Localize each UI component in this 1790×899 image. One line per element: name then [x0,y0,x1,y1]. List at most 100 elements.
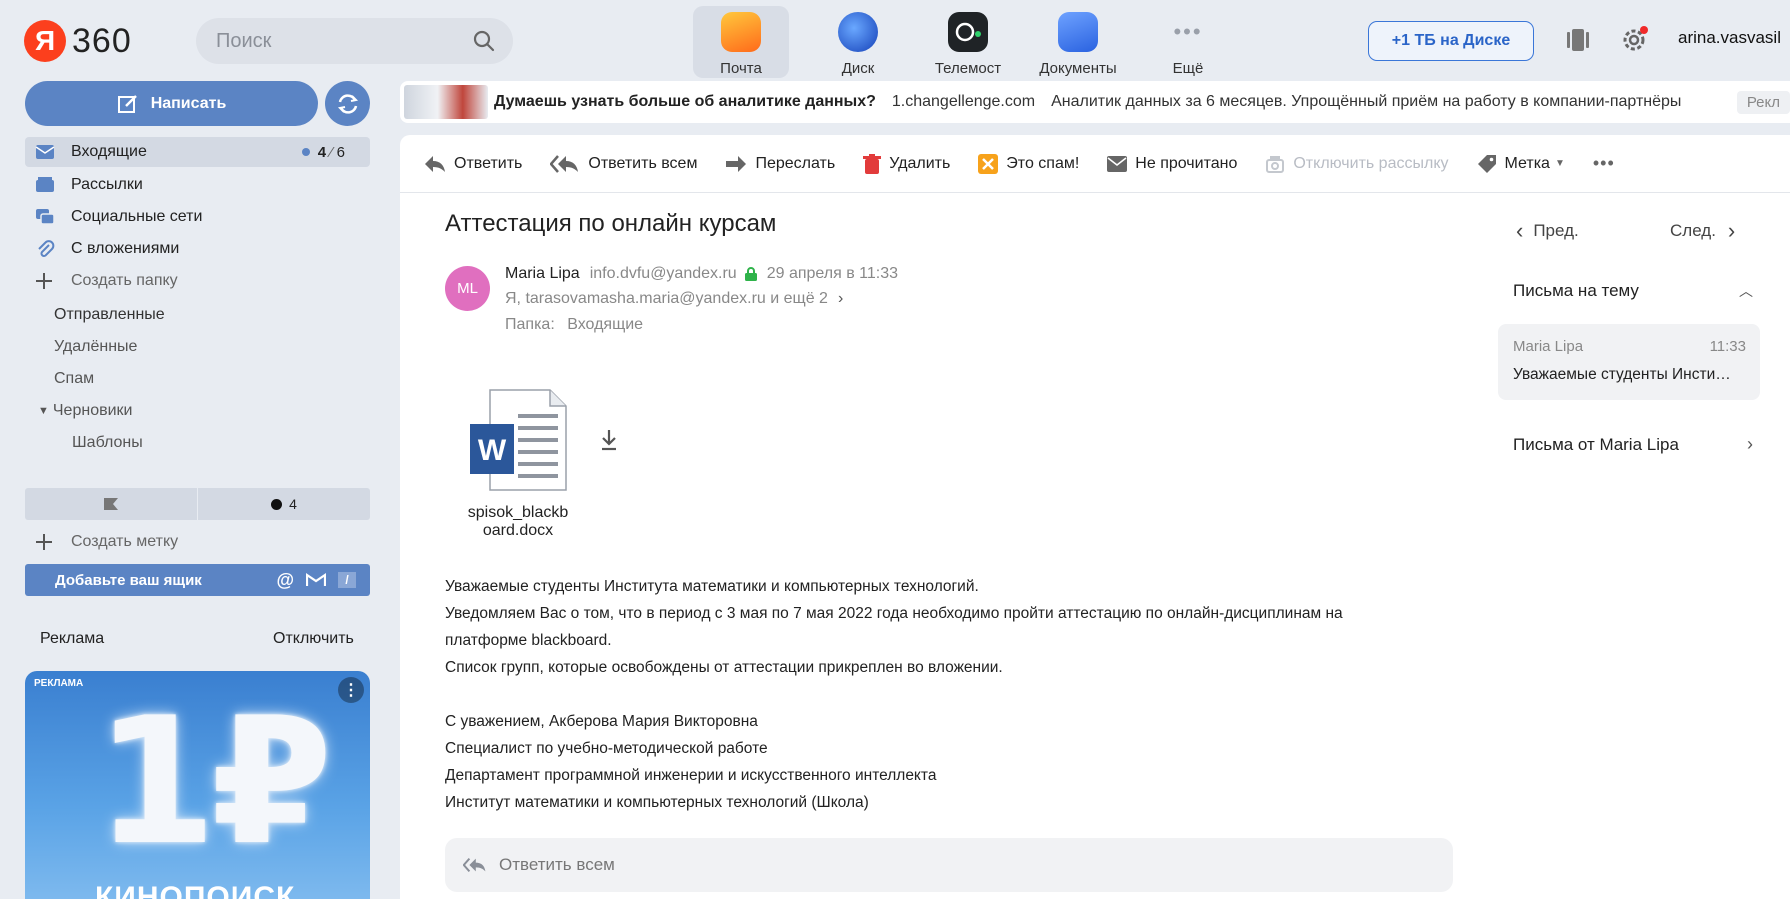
thread-section-header[interactable]: Письма на тему ︿ [1513,281,1753,301]
sender-line: Maria Lipa info.dvfu@yandex.ru 29 апреля… [505,265,898,283]
folder-social[interactable]: Социальные сети [25,202,370,232]
unsubscribe-button[interactable]: Отключить рассылку [1265,154,1449,174]
app-mail-label: Почта [720,60,762,77]
disk-app-icon [838,12,878,52]
add-mailbox-button[interactable]: Добавьте ваш ящик @ / [25,564,370,596]
sender-avatar[interactable]: ML [445,266,490,311]
ad-card-big-text: 1₽ [95,681,333,884]
thread-sender: Maria Lipa [1513,338,1584,355]
create-folder-button[interactable]: Создать папку [25,266,370,296]
svg-text:W: W [478,434,507,467]
ad-menu-icon[interactable]: ⋮ [338,677,364,703]
reply-label: Ответить [454,154,523,172]
body-line: Специалист по учебно-методической работе [445,740,768,757]
folder-deleted[interactable]: Удалённые [54,338,137,356]
compose-button[interactable]: Написать [25,81,318,126]
attachment-name-line2: oard.docx [482,522,554,539]
next-label: След. [1670,221,1716,240]
search-bar[interactable] [196,18,513,64]
thread-message-card[interactable]: Maria Lipa 11:33 Уважаемые студенты Инст… [1498,324,1760,400]
folder-attachments[interactable]: С вложениями [25,234,370,264]
ads-disable-link[interactable]: Отключить [273,630,354,648]
mark-unread-button[interactable]: Не прочитано [1107,155,1237,173]
quick-reply-box[interactable]: Ответить всем [445,838,1453,892]
chevron-right-icon: › [837,290,844,307]
ad-banner-image [404,85,488,119]
create-label-button[interactable]: Создать метку [25,527,370,557]
mobile-icon[interactable] [1564,27,1592,58]
reply-all-button[interactable]: Ответить всем [550,155,697,173]
app-documents[interactable]: Документы [1023,6,1133,78]
sender-name[interactable]: Maria Lipa [505,265,580,283]
app-mail[interactable]: Почта [693,6,789,78]
caret-down-icon: ▼ [1554,158,1565,169]
settings-gear-icon[interactable] [1620,26,1648,59]
spam-label: Это спам! [1006,154,1080,172]
body-line: Департамент программной инженерии и иску… [445,767,937,784]
ad-banner-text: Аналитик данных за 6 месяцев. Упрощённый… [1051,93,1682,110]
folder-templates[interactable]: Шаблоны [72,434,143,452]
username[interactable]: arina.vasvasil [1678,28,1781,48]
label-dropdown-button[interactable]: Метка ▼ [1477,154,1565,174]
more-actions-button[interactable]: ••• [1593,153,1615,174]
folder-newsletters-label: Рассылки [71,176,143,193]
sender-email[interactable]: info.dvfu@yandex.ru [590,265,737,283]
ad-banner[interactable]: Думаешь узнать больше об аналитике данны… [400,81,1790,123]
folder-line-label: Папка: [505,316,555,333]
search-icon[interactable] [473,30,495,57]
search-input[interactable] [214,28,458,54]
compose-label: Написать [150,94,227,112]
delete-label: Удалить [889,154,951,172]
reply-arrow-icon [425,155,445,172]
refresh-icon [337,93,358,114]
app-more[interactable]: ••• Ещё [1133,6,1243,78]
logo-letter: Я [24,20,66,62]
ad-card[interactable]: РЕКЛАМА ⋮ 1₽ КИНОПОИСК [25,671,370,899]
forward-button[interactable]: Переслать [725,155,835,173]
folder-line-value[interactable]: Входящие [567,316,643,333]
spam-button[interactable]: Это спам! [978,153,1080,174]
inbox-total-count: 6 [336,143,345,161]
create-label-text: Создать метку [71,533,179,550]
body-line: Уведомляем Вас о том, что в период с 3 м… [445,605,1343,622]
recipients-line[interactable]: Я, tarasovamasha.maria@yandex.ru и ещё 2… [505,290,843,308]
ad-card-brand: КИНОПОИСК [95,881,296,899]
caret-down-icon[interactable]: ▼ [38,405,49,417]
unsubscribe-label: Отключить рассылку [1293,154,1449,172]
reply-all-label: Ответить всем [588,154,698,172]
unread-label-button[interactable]: 4 [198,488,370,520]
folder-drafts[interactable]: ▼ Черновики [38,402,132,420]
folder-line: Папка: Входящие [505,316,643,334]
folder-newsletters[interactable]: Рассылки [25,170,370,200]
delete-button[interactable]: Удалить [863,153,951,174]
attachment-file[interactable]: W spisok_blackb oard.docx [458,388,578,540]
folder-inbox[interactable]: Входящие 4 ⁄ 6 [25,137,370,167]
documents-app-icon [1058,12,1098,52]
reply-button[interactable]: Ответить [424,155,522,173]
yandex-360-logo[interactable]: Я 360 [24,20,132,62]
flag-icon [104,498,118,510]
trash-icon [863,153,882,174]
storage-upgrade-button[interactable]: +1 ТБ на Диске [1368,21,1534,61]
ad-banner-tag: Рекл [1736,90,1790,114]
app-telemost[interactable]: Телемост [913,6,1023,78]
next-message-button[interactable]: След. › [1670,218,1735,244]
paperclip-icon [35,239,57,259]
download-icon[interactable] [599,428,619,457]
app-disk[interactable]: Диск [803,6,913,78]
folder-spam[interactable]: Спам [54,370,94,388]
ad-banner-domain: 1.changellenge.com [891,93,1036,110]
folder-inbox-label: Входящие [71,143,147,160]
envelope-icon [1107,155,1128,172]
spam-icon [978,153,999,174]
folder-sent[interactable]: Отправленные [54,306,165,324]
app-disk-label: Диск [841,60,875,77]
flag-label-button[interactable] [25,488,198,520]
attachment-name-line1: spisok_blackb [467,504,569,521]
unread-dot-icon [301,148,310,156]
sender-messages-link[interactable]: Письма от Maria Lipa › [1513,434,1753,455]
refresh-button[interactable] [325,81,370,126]
body-line: Уважаемые студенты Института математики … [445,578,979,595]
chevron-up-icon: ︿ [1739,283,1753,299]
prev-message-button[interactable]: ‹ Пред. [1516,218,1579,244]
